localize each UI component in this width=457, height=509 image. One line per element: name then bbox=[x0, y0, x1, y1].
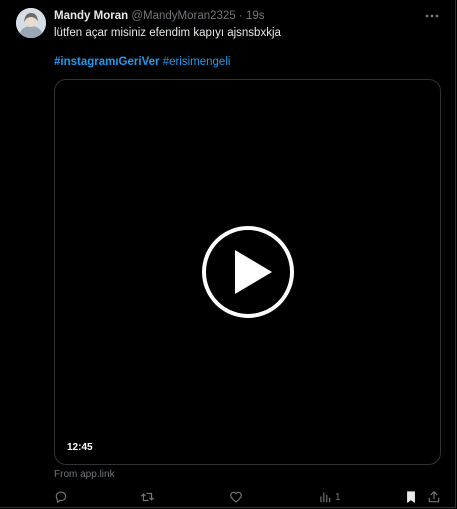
bookmark-icon bbox=[407, 491, 415, 503]
hashtag-link[interactable]: #instagramıGeriVer bbox=[54, 56, 159, 68]
hashtag-link[interactable]: #erisimengeli bbox=[163, 56, 231, 68]
tweet-actions: 1 bbox=[54, 488, 444, 506]
timestamp[interactable]: 19s bbox=[246, 10, 265, 22]
avatar-image bbox=[16, 8, 46, 38]
views-count: 1 bbox=[335, 491, 341, 503]
more-options-button[interactable] bbox=[423, 8, 441, 24]
like-button[interactable] bbox=[229, 488, 243, 506]
heart-icon bbox=[230, 491, 242, 503]
user-handle[interactable]: @MandyMoran2325 bbox=[131, 10, 235, 22]
display-name[interactable]: Mandy Moran bbox=[54, 10, 128, 22]
source-link[interactable]: From app.link bbox=[54, 469, 115, 480]
play-button[interactable] bbox=[202, 226, 294, 318]
tweet-text: lütfen açar misiniz efendim kapıyı ajsns… bbox=[54, 27, 281, 39]
views-chart-icon bbox=[320, 492, 331, 503]
video-player[interactable]: 12:45 bbox=[54, 79, 441, 465]
video-duration: 12:45 bbox=[67, 442, 93, 453]
share-button[interactable] bbox=[427, 488, 441, 506]
tweet-card[interactable]: Mandy Moran @MandyMoran2325 · 19s lütfen… bbox=[0, 0, 456, 508]
tweet-hashtags: #instagramıGeriVer #erisimengeli bbox=[54, 55, 230, 69]
header-separator: · bbox=[235, 10, 246, 22]
avatar[interactable] bbox=[16, 8, 46, 38]
play-icon bbox=[202, 226, 294, 318]
bookmark-button[interactable] bbox=[404, 488, 418, 506]
share-icon bbox=[428, 491, 440, 503]
retweet-button[interactable] bbox=[140, 488, 155, 506]
reply-icon bbox=[55, 491, 67, 503]
retweet-icon bbox=[141, 492, 154, 502]
tweet-header: Mandy Moran @MandyMoran2325 · 19s bbox=[54, 9, 264, 23]
reply-button[interactable] bbox=[54, 488, 68, 506]
more-horizontal-icon bbox=[425, 14, 439, 18]
views-button[interactable]: 1 bbox=[318, 488, 341, 506]
